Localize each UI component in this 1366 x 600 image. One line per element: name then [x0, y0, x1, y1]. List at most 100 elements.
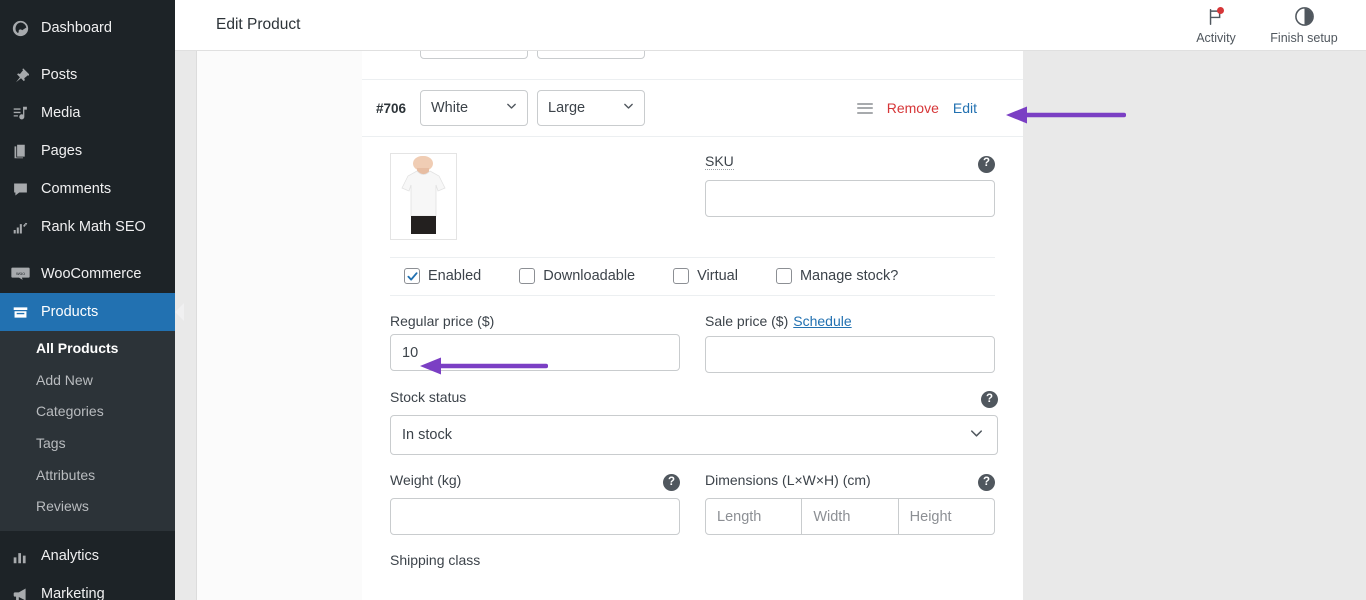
weight-label-line: Weight (kg) ? [390, 472, 680, 493]
comment-icon [10, 179, 30, 199]
pin-icon [10, 65, 30, 85]
finish-setup-label: Finish setup [1270, 30, 1338, 45]
manage-stock-checkbox-item[interactable]: Manage stock? [775, 268, 898, 284]
media-icon [10, 103, 30, 123]
submenu-item-tags[interactable]: Tags [0, 428, 175, 460]
sidebar-item-comments[interactable]: Comments [0, 170, 175, 208]
sidebar-item-pages[interactable]: Pages [0, 132, 175, 170]
dimensions-label: Dimensions (L×W×H) (cm) [705, 472, 871, 488]
checkbox-label: Virtual [697, 268, 738, 284]
checkbox-icon[interactable] [673, 268, 690, 284]
regular-price-group: Regular price ($) [390, 313, 680, 373]
notification-dot [1217, 6, 1224, 14]
header-actions: Activity Finish setup [1172, 0, 1366, 51]
variation-toggles-row: Enabled Downloadable Virtual Manage stoc… [390, 257, 995, 296]
chevron-down-icon [968, 425, 985, 446]
checkbox-label: Downloadable [543, 268, 636, 284]
remove-variation-link[interactable]: Remove [887, 100, 939, 116]
sidebar-item-label: Products [41, 303, 99, 320]
sku-input[interactable] [705, 180, 995, 217]
products-icon [10, 302, 30, 322]
activity-button[interactable]: Activity [1172, 0, 1260, 51]
activity-label: Activity [1196, 30, 1236, 45]
stock-status-label: Stock status [390, 389, 467, 405]
variation-color-select[interactable]: Black [420, 51, 528, 59]
help-icon[interactable]: ? [981, 391, 998, 408]
checkbox-icon[interactable] [404, 268, 420, 284]
sidebar-item-label: WooCommerce [41, 265, 142, 282]
help-icon[interactable]: ? [663, 474, 680, 491]
help-icon[interactable]: ? [978, 474, 995, 491]
downloadable-checkbox-item[interactable]: Downloadable [519, 268, 635, 284]
checkbox-icon[interactable] [775, 268, 792, 284]
sidebar-item-marketing[interactable]: Marketing [0, 575, 175, 600]
virtual-checkbox-item[interactable]: Virtual [673, 268, 738, 284]
checkbox-label: Enabled [428, 268, 482, 284]
help-icon[interactable]: ? [978, 155, 995, 173]
price-fields-row: Regular price ($) Sale price ($)Schedule [390, 313, 995, 373]
sidebar-item-label: Posts [41, 66, 78, 83]
variation-image-thumbnail[interactable] [390, 153, 457, 240]
variation-color-select[interactable]: White [420, 90, 528, 126]
length-input[interactable] [705, 498, 803, 535]
woo-icon: woo [10, 264, 30, 284]
sidebar-item-posts[interactable]: Posts [0, 56, 175, 94]
sidebar-top-spacer [0, 0, 175, 9]
stock-status-select[interactable]: In stock [390, 415, 998, 455]
variation-row[interactable]: #705 Black Small Remove Edit [362, 51, 1023, 80]
svg-text:woo: woo [16, 271, 25, 276]
megaphone-icon [10, 584, 30, 600]
submenu-item-all-products[interactable]: All Products [0, 333, 175, 365]
weight-input[interactable] [390, 498, 680, 535]
page-title: Edit Product [216, 16, 301, 33]
variation-row[interactable]: #706 White Large Remove Edit [362, 80, 1023, 137]
width-input[interactable] [801, 498, 899, 535]
submenu-item-attributes[interactable]: Attributes [0, 460, 175, 492]
sale-price-input[interactable] [705, 336, 995, 373]
variation-size-select[interactable]: Small [537, 51, 645, 59]
dimensions-inputs [705, 498, 995, 535]
variations-panel: #705 Black Small Remove Edit #706 [362, 51, 1023, 600]
submenu-item-add-new[interactable]: Add New [0, 365, 175, 397]
sidebar-item-rank-math-seo[interactable]: Rank Math SEO [0, 208, 175, 246]
dimensions-label-line: Dimensions (L×W×H) (cm) ? [705, 472, 995, 493]
variation-color-value: White [431, 100, 469, 116]
schedule-link[interactable]: Schedule [793, 313, 851, 329]
finish-setup-button[interactable]: Finish setup [1260, 0, 1348, 51]
sidebar-item-label: Dashboard [41, 19, 112, 36]
height-input[interactable] [897, 498, 995, 535]
variation-row-actions: Remove Edit [856, 100, 977, 116]
sidebar-item-label: Pages [41, 142, 83, 159]
sidebar-item-analytics[interactable]: Analytics [0, 537, 175, 575]
dashboard-icon [10, 18, 30, 38]
half-circle-progress-icon [1294, 6, 1315, 28]
regular-price-input[interactable] [390, 334, 680, 371]
submenu-item-reviews[interactable]: Reviews [0, 491, 175, 523]
sidebar-item-products[interactable]: Products [0, 293, 175, 331]
dimensions-group: Dimensions (L×W×H) (cm) ? [705, 472, 995, 535]
variation-size-value: Large [548, 100, 586, 116]
sidebar-item-label: Comments [41, 180, 112, 197]
sale-price-label: Sale price ($) [705, 313, 789, 329]
sidebar-item-label: Marketing [41, 585, 105, 600]
sidebar-item-label: Media [41, 104, 81, 121]
stock-status-group: Stock status ? In stock [390, 389, 998, 455]
sidebar-item-woocommerce[interactable]: woo WooCommerce [0, 255, 175, 293]
variation-id: #706 [376, 100, 407, 116]
pages-icon [10, 141, 30, 161]
edit-variation-link[interactable]: Edit [953, 100, 977, 116]
variation-size-select[interactable]: Large [537, 90, 645, 126]
sidebar-group-spacer-2 [0, 246, 175, 255]
checkbox-icon[interactable] [519, 268, 536, 284]
enabled-checkbox-item[interactable]: Enabled [404, 268, 481, 284]
sku-label-line: SKU ? [705, 153, 995, 175]
sidebar-group-spacer-1 [0, 47, 175, 56]
stock-status-label-line: Stock status ? [390, 389, 998, 410]
submenu-item-categories[interactable]: Categories [0, 396, 175, 428]
sidebar-item-media[interactable]: Media [0, 94, 175, 132]
drag-handle-icon[interactable] [856, 102, 873, 114]
sidebar-item-dashboard[interactable]: Dashboard [0, 9, 175, 47]
regular-price-label: Regular price ($) [390, 313, 495, 329]
shipping-class-label: Shipping class [390, 552, 481, 568]
page-left-gutter [175, 51, 196, 600]
